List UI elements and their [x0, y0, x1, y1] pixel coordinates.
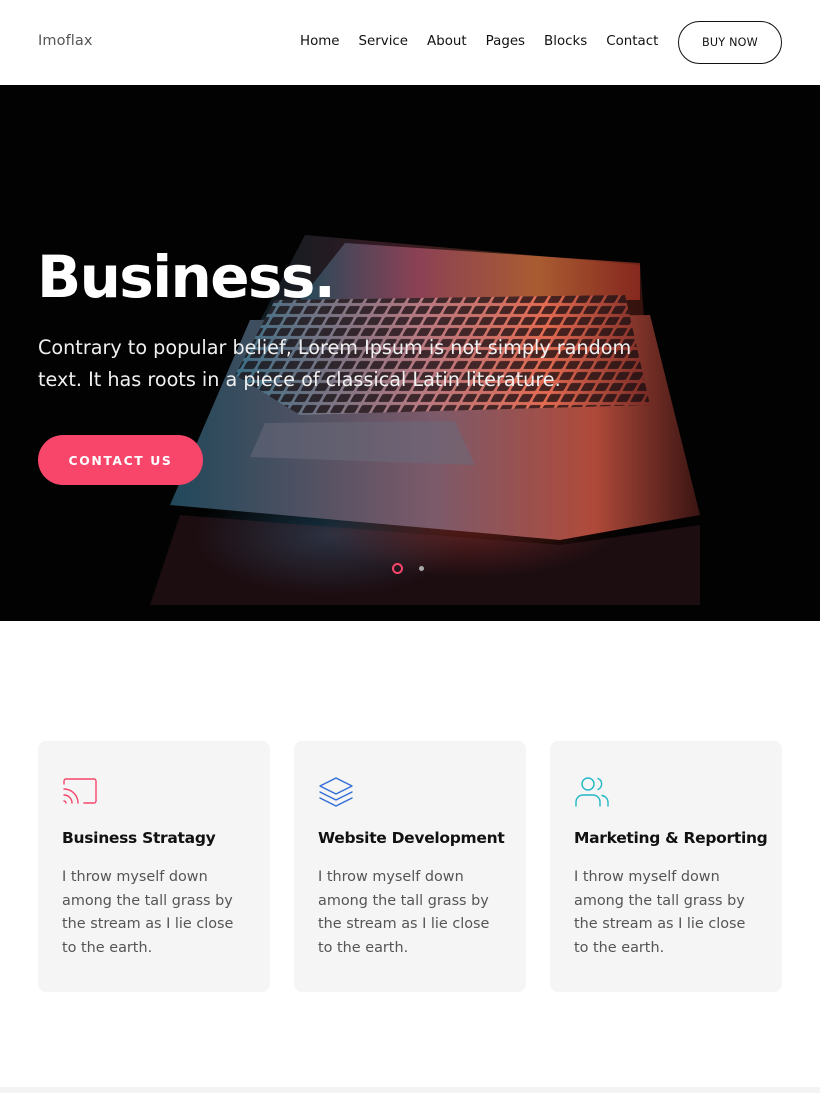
slider-dot-active[interactable]	[392, 563, 403, 574]
feature-description: I throw myself down among the tall grass…	[62, 869, 234, 956]
feature-card: Marketing & Reporting I throw myself dow…	[550, 741, 782, 992]
nav-link-about[interactable]: About	[427, 34, 467, 49]
buy-now-button[interactable]: BUY NOW	[678, 21, 782, 64]
site-header: Imoflax Home Service About Pages Blocks …	[0, 0, 820, 85]
hero-description: Contrary to popular belief, Lorem Ipsum …	[38, 336, 632, 391]
contact-us-button[interactable]: CONTACT US	[38, 435, 203, 485]
feature-description: I throw myself down among the tall grass…	[318, 869, 490, 956]
next-section-edge	[0, 1087, 820, 1093]
main-nav: Home Service About Pages Blocks Contact	[300, 34, 658, 49]
feature-title: Marketing & Reporting	[574, 829, 768, 847]
feature-title: Business Stratagy	[62, 829, 216, 847]
hero-title: Business.	[37, 243, 336, 311]
nav-link-blocks[interactable]: Blocks	[544, 34, 587, 49]
nav-link-service[interactable]: Service	[359, 34, 409, 49]
nav-link-pages[interactable]: Pages	[486, 34, 525, 49]
nav-link-contact[interactable]: Contact	[606, 34, 658, 49]
feature-description: I throw myself down among the tall grass…	[574, 869, 746, 956]
feature-title: Website Development	[318, 829, 505, 847]
cast-icon	[63, 778, 97, 804]
hero-slider: Business. Contrary to popular belief, Lo…	[0, 85, 820, 621]
nav-link-home[interactable]: Home	[300, 34, 340, 49]
users-icon	[575, 777, 609, 807]
feature-card: Website Development I throw myself down …	[294, 741, 526, 992]
slider-dot[interactable]	[419, 566, 424, 571]
site-logo[interactable]: Imoflax	[38, 33, 93, 49]
feature-card: Business Stratagy I throw myself down am…	[38, 741, 270, 992]
layers-icon	[319, 777, 353, 807]
